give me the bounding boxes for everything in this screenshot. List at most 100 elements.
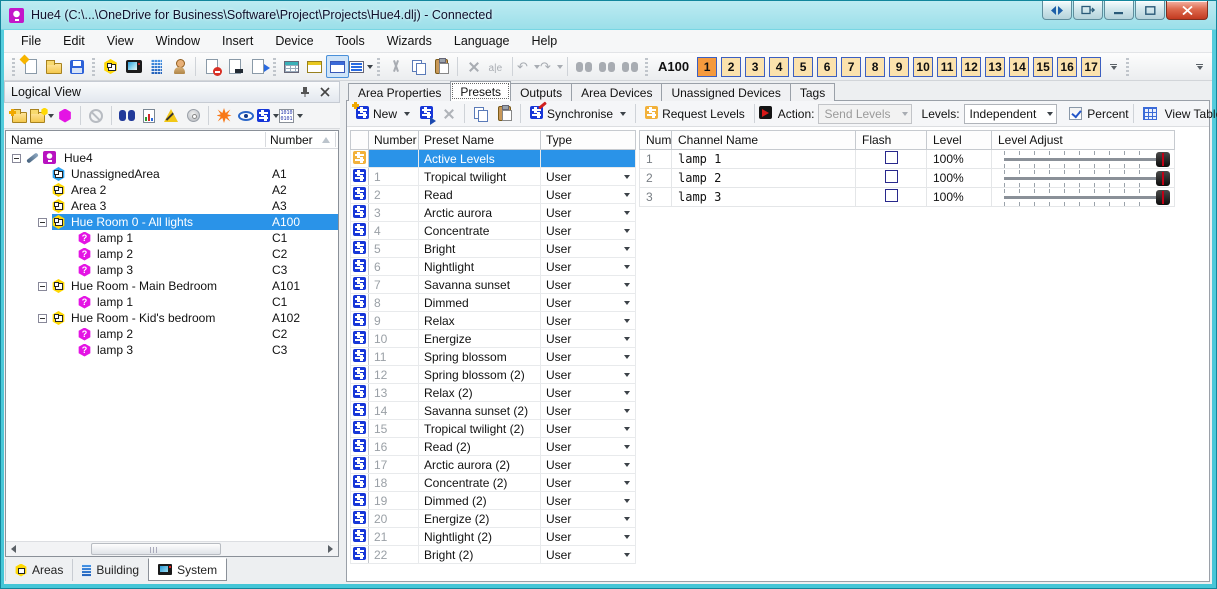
tree-row[interactable]: Hue Room - Kid's bedroom A102 (6, 310, 338, 326)
title-bar[interactable]: Hue4 (C:\...\OneDrive for Business\Softw… (1, 1, 1216, 29)
tree-item-name[interactable]: Area 2 (71, 183, 106, 197)
undo-button[interactable] (517, 55, 540, 78)
preset-type-cell[interactable] (541, 150, 636, 168)
preset-name[interactable]: Read (419, 186, 541, 204)
navigate-buttons[interactable] (1042, 1, 1072, 20)
cascade-windows-button[interactable] (303, 55, 326, 78)
new-document-button[interactable] (19, 55, 42, 78)
preset-name[interactable]: Spring blossom (2) (419, 366, 541, 384)
menu-item[interactable]: Language (443, 31, 521, 51)
level-adjust-slider[interactable] (996, 170, 1170, 187)
preset-select-button[interactable]: 5 (793, 57, 813, 77)
preset-row[interactable]: 17 Arctic aurora (2) User (351, 456, 636, 474)
type-dropdown-button[interactable] (619, 313, 634, 328)
preset-row[interactable]: 4 Concentrate User (351, 222, 636, 240)
preset-row[interactable]: 6 Nightlight User (351, 258, 636, 276)
tree-row[interactable]: Hue Room 0 - All lights A100 (6, 214, 338, 230)
preset-name[interactable]: Arctic aurora (2) (419, 456, 541, 474)
active-window-button[interactable] (326, 55, 349, 78)
scroll-right-button[interactable] (323, 542, 338, 556)
channel-level-column-header[interactable]: Level (927, 131, 992, 150)
preset-select-button[interactable]: 3 (745, 57, 765, 77)
preset-select-button[interactable]: 13 (985, 57, 1005, 77)
detail-tab[interactable]: Tags (790, 83, 835, 101)
menu-item[interactable]: View (96, 31, 145, 51)
type-dropdown-button[interactable] (619, 331, 634, 346)
detail-tab[interactable]: Outputs (510, 83, 572, 101)
tree-expander[interactable] (38, 314, 47, 323)
preset-type-cell[interactable]: User (541, 528, 636, 546)
preset-name[interactable]: Tropical twilight (419, 168, 541, 186)
preset-row[interactable]: 8 Dimmed User (351, 294, 636, 312)
tree-row[interactable]: lamp 3 C3 (6, 342, 338, 358)
preset-name[interactable]: Bright (2) (419, 546, 541, 564)
preset-name-column-header[interactable]: Preset Name (419, 131, 541, 150)
edit-preset-button[interactable] (415, 103, 438, 125)
tree-item-name[interactable]: Hue4 (64, 151, 93, 165)
type-dropdown-button[interactable] (619, 421, 634, 436)
delete-preset-button[interactable] (438, 103, 460, 125)
tree-row[interactable]: lamp 1 C1 (6, 230, 338, 246)
delete-button[interactable] (462, 55, 485, 78)
preset-row[interactable]: 19 Dimmed (2) User (351, 492, 636, 510)
toolbar-overflow-button[interactable] (1107, 57, 1120, 77)
channel-name-column-header[interactable]: Channel Name (672, 131, 856, 150)
pin-icon[interactable] (297, 84, 313, 100)
preset-name[interactable]: Concentrate (2) (419, 474, 541, 492)
preset-row[interactable]: 10 Energize User (351, 330, 636, 348)
tree-row[interactable]: lamp 1 C1 (6, 294, 338, 310)
minimize-button[interactable] (1104, 1, 1134, 20)
preset-name[interactable]: Concentrate (419, 222, 541, 240)
menu-item[interactable]: Tools (325, 31, 376, 51)
maximize-button[interactable] (1135, 1, 1165, 20)
type-dropdown-button[interactable] (619, 385, 634, 400)
level-adjust-slider[interactable] (996, 151, 1170, 168)
preset-name[interactable]: Nightlight (419, 258, 541, 276)
close-button[interactable] (1166, 1, 1208, 20)
synchronise-button[interactable]: Synchronise (525, 103, 631, 125)
device-editor-button[interactable] (223, 55, 246, 78)
type-dropdown-button[interactable] (619, 403, 634, 418)
view-tab[interactable]: System (148, 558, 227, 581)
channel-level-adjust-column-header[interactable]: Level Adjust (992, 131, 1175, 150)
channel-row[interactable]: 1 lamp 1 100% (640, 150, 1175, 169)
channel-level[interactable]: 100% (927, 150, 992, 169)
detail-tab[interactable]: Presets (450, 81, 511, 101)
menu-item[interactable]: File (10, 31, 52, 51)
preset-select-button[interactable]: 6 (817, 57, 837, 77)
preset-name[interactable]: Nightlight (2) (419, 528, 541, 546)
percent-checkbox[interactable] (1069, 107, 1082, 120)
tree-expander[interactable] (38, 282, 47, 291)
tree-row[interactable]: Area 2 A2 (6, 182, 338, 198)
preset-name[interactable]: Savanna sunset (419, 276, 541, 294)
type-dropdown-button[interactable] (619, 241, 634, 256)
preset-type-cell[interactable]: User (541, 492, 636, 510)
paste-button[interactable] (430, 55, 453, 78)
tree-row[interactable]: Area 3 A3 (6, 198, 338, 214)
menu-item[interactable]: Edit (52, 31, 96, 51)
building-view-button[interactable] (145, 55, 168, 78)
preset-type-cell[interactable]: User (541, 186, 636, 204)
type-dropdown-button[interactable] (619, 529, 634, 544)
channel-name[interactable]: lamp 1 (672, 150, 856, 169)
tree-row[interactable]: Hue Room - Main Bedroom A101 (6, 278, 338, 294)
preset-row[interactable]: 18 Concentrate (2) User (351, 474, 636, 492)
preset-select-button[interactable]: 14 (1009, 57, 1029, 77)
channel-row[interactable]: 2 lamp 2 100% (640, 169, 1175, 188)
request-levels-button[interactable]: Request Levels (640, 103, 750, 125)
preset-name[interactable]: Active Levels (419, 150, 541, 168)
copy-button[interactable] (407, 55, 430, 78)
preset-type-cell[interactable]: User (541, 348, 636, 366)
tree-item-name[interactable]: UnassignedArea (71, 167, 160, 181)
new-device-button[interactable] (54, 105, 76, 127)
preset-select-button[interactable]: 15 (1033, 57, 1053, 77)
column-divider[interactable] (335, 132, 336, 147)
preset-type-cell[interactable]: User (541, 438, 636, 456)
tree-row[interactable]: lamp 3 C3 (6, 262, 338, 278)
type-dropdown-button[interactable] (619, 511, 634, 526)
preset-type-cell[interactable]: User (541, 294, 636, 312)
preset-select-button[interactable]: 7 (841, 57, 861, 77)
preset-row[interactable]: 2 Read User (351, 186, 636, 204)
new-folder-button[interactable] (8, 105, 30, 127)
monitor-button[interactable] (235, 105, 257, 127)
